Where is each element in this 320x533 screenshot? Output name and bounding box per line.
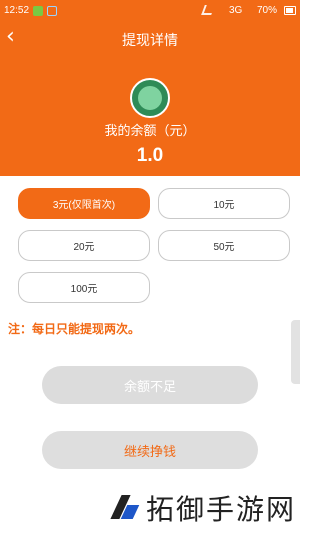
- header-banner: 12:52 3G 70% ‹ 提现详情 我的余额（元） 1.0: [0, 0, 300, 176]
- signal-icons: [201, 5, 215, 15]
- watermark: 拓御手游网: [110, 488, 296, 528]
- notification-app-icon: [33, 6, 43, 16]
- avatar-icon: [138, 86, 162, 110]
- status-bar: 12:52 3G 70%: [0, 0, 300, 22]
- wifi-icon: [201, 5, 215, 15]
- watermark-text: 拓御手游网: [146, 493, 297, 526]
- network-type: 3G: [229, 5, 243, 16]
- notification-wechat-icon: [47, 6, 57, 16]
- battery-percent: 70%: [257, 5, 278, 16]
- page-title: 提现详情: [122, 33, 178, 49]
- scroll-handle[interactable]: [291, 320, 300, 384]
- option-3-first-only[interactable]: 3元(仅限首次): [18, 188, 150, 219]
- option-20[interactable]: 20元: [18, 230, 150, 261]
- continue-earning-button[interactable]: 继续挣钱: [42, 431, 258, 469]
- option-10[interactable]: 10元: [158, 188, 290, 219]
- status-time: 12:52: [4, 5, 30, 16]
- balance-value: 1.0: [136, 145, 164, 166]
- option-100[interactable]: 100元: [18, 272, 150, 303]
- watermark-logo-icon: [110, 493, 140, 523]
- insufficient-balance-button[interactable]: 余额不足: [42, 366, 258, 404]
- option-50[interactable]: 50元: [158, 230, 290, 261]
- balance-label: 我的余额（元）: [104, 124, 196, 139]
- avatar: [130, 78, 170, 118]
- withdraw-note: 注：每日只能提现两次。: [8, 322, 141, 336]
- battery-icon: [284, 6, 296, 15]
